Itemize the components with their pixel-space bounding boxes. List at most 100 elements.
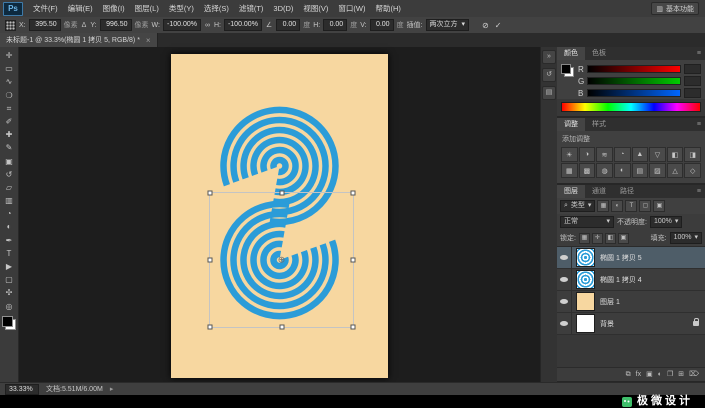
document-tab[interactable]: 未标题-1 @ 33.3%(椭圆 1 拷贝 5, RGB/8) * × bbox=[0, 33, 158, 47]
filter-adjustment-layers-icon[interactable]: ◐ bbox=[611, 200, 624, 212]
layer-visibility-toggle[interactable] bbox=[557, 247, 572, 268]
vskew-input[interactable]: 0.00 bbox=[369, 19, 394, 31]
brightness-contrast-icon[interactable]: ☀ bbox=[561, 147, 578, 162]
move-tool[interactable]: ✛ bbox=[1, 49, 17, 62]
blend-mode-dropdown[interactable]: 正常 ▾ bbox=[560, 216, 614, 228]
transform-handle[interactable] bbox=[207, 257, 213, 263]
pen-tool[interactable]: ✒ bbox=[1, 234, 17, 247]
layer-visibility-toggle[interactable] bbox=[557, 269, 572, 290]
maintain-aspect-ratio-icon[interactable]: ∞ bbox=[204, 22, 211, 29]
type-tool[interactable]: T bbox=[1, 247, 17, 260]
workspace-switcher[interactable]: ▥ 基本功能 bbox=[651, 2, 699, 15]
menu-item[interactable]: 类型(Y) bbox=[164, 0, 199, 17]
transform-handle[interactable] bbox=[350, 190, 356, 196]
interpolation-dropdown[interactable]: 两次立方 ▾ bbox=[425, 19, 470, 31]
hand-tool[interactable]: ✣ bbox=[1, 286, 17, 299]
reference-point-locator-icon[interactable] bbox=[5, 19, 16, 31]
menu-item[interactable]: 3D(D) bbox=[268, 0, 298, 17]
levels-icon[interactable]: ◑ bbox=[578, 147, 596, 162]
rotation-input[interactable]: 0.00 bbox=[276, 19, 301, 31]
link-layers-button[interactable]: ⧉ bbox=[626, 368, 631, 381]
width-input[interactable]: -100.00% bbox=[162, 19, 201, 31]
new-layer-button[interactable]: ⊞ bbox=[678, 368, 684, 381]
history-brush-tool[interactable]: ↺ bbox=[1, 168, 17, 181]
menu-item[interactable]: 视图(V) bbox=[298, 0, 333, 17]
opacity-input[interactable]: 100% ▾ bbox=[649, 216, 683, 228]
layer-row[interactable]: 图层 1 bbox=[557, 291, 705, 313]
height-input[interactable]: -100.00% bbox=[223, 19, 262, 31]
layer-filter-dropdown[interactable]: ⌕ 类型 ▾ bbox=[560, 200, 596, 212]
y-input[interactable]: 996.50 bbox=[99, 19, 132, 31]
blue-slider[interactable] bbox=[587, 89, 681, 97]
invert-icon[interactable]: ◐ bbox=[613, 163, 631, 178]
lock-position-icon[interactable]: ◧ bbox=[604, 232, 616, 244]
x-input[interactable]: 395.50 bbox=[28, 19, 61, 31]
transform-handle[interactable] bbox=[350, 324, 356, 330]
quick-selection-tool[interactable]: ❍ bbox=[1, 89, 17, 102]
curves-icon[interactable]: ≋ bbox=[596, 147, 613, 162]
red-value-input[interactable] bbox=[684, 64, 701, 74]
tab-paths[interactable]: 路径 bbox=[613, 185, 641, 198]
new-group-button[interactable]: ❐ bbox=[667, 368, 673, 381]
hskew-input[interactable]: 0.00 bbox=[323, 19, 348, 31]
blue-value-input[interactable] bbox=[684, 88, 701, 98]
filter-pixel-layers-icon[interactable]: ▦ bbox=[597, 200, 610, 212]
filter-smart-objects-icon[interactable]: ▣ bbox=[653, 200, 666, 212]
color-panel-swatches[interactable] bbox=[561, 64, 574, 77]
layer-thumbnail[interactable] bbox=[576, 270, 595, 289]
close-tab-icon[interactable]: × bbox=[146, 36, 151, 45]
menu-item[interactable]: 图层(L) bbox=[130, 0, 164, 17]
green-value-input[interactable] bbox=[684, 76, 701, 86]
posterize-icon[interactable]: ▤ bbox=[631, 163, 649, 178]
menu-item[interactable]: 窗口(W) bbox=[333, 0, 370, 17]
path-selection-tool[interactable]: ▶ bbox=[1, 260, 17, 273]
layer-thumbnail[interactable] bbox=[576, 292, 595, 311]
tab-styles[interactable]: 样式 bbox=[585, 118, 613, 131]
canvas-area[interactable]: ⊕ bbox=[19, 47, 540, 383]
layer-row[interactable]: 背景 bbox=[557, 313, 705, 335]
tab-adjustments[interactable]: 调整 bbox=[557, 118, 585, 131]
vibrance-icon[interactable]: ▲ bbox=[631, 147, 649, 162]
panel-menu-icon[interactable]: ≡ bbox=[693, 118, 705, 131]
transform-reference-point[interactable]: ⊕ bbox=[278, 255, 286, 265]
red-slider[interactable] bbox=[587, 65, 681, 73]
menu-item[interactable]: 选择(S) bbox=[199, 0, 234, 17]
rectangular-marquee-tool[interactable]: ▭ bbox=[1, 62, 17, 75]
transform-handle[interactable] bbox=[279, 324, 284, 330]
filter-type-layers-icon[interactable]: T bbox=[625, 200, 638, 212]
transform-box[interactable]: ⊕ bbox=[207, 190, 356, 330]
menu-item[interactable]: 编辑(E) bbox=[63, 0, 98, 17]
foreground-color-chip[interactable] bbox=[561, 64, 571, 74]
black-white-icon[interactable]: ◨ bbox=[684, 147, 701, 162]
add-layer-mask-button[interactable]: ▣ bbox=[646, 368, 653, 381]
commit-transform-button[interactable]: ✓ bbox=[495, 21, 502, 30]
dodge-tool[interactable]: ◐ bbox=[1, 220, 17, 233]
lock-transparency-icon[interactable]: ▦ bbox=[578, 232, 590, 244]
color-balance-icon[interactable]: ◧ bbox=[666, 147, 684, 162]
eyedropper-tool[interactable]: ✐ bbox=[1, 115, 17, 128]
document-canvas[interactable]: ⊕ bbox=[171, 54, 388, 378]
panel-menu-icon[interactable]: ≡ bbox=[693, 185, 705, 198]
blur-tool[interactable]: ◔ bbox=[1, 207, 17, 220]
layer-thumbnail[interactable] bbox=[576, 314, 595, 333]
tab-layers[interactable]: 图层 bbox=[557, 185, 585, 198]
lasso-tool[interactable]: ∿ bbox=[1, 75, 17, 88]
color-spectrum-ramp[interactable] bbox=[561, 102, 701, 112]
color-lookup-icon[interactable]: ◍ bbox=[596, 163, 613, 178]
gradient-map-icon[interactable]: △ bbox=[666, 163, 684, 178]
layer-visibility-toggle[interactable] bbox=[557, 313, 572, 334]
healing-brush-tool[interactable]: ✚ bbox=[1, 128, 17, 141]
lock-pixels-icon[interactable]: ✛ bbox=[591, 232, 603, 244]
crop-tool[interactable]: ⌗ bbox=[1, 102, 17, 115]
status-options-arrow-icon[interactable]: ▸ bbox=[110, 385, 114, 393]
gradient-tool[interactable]: ▥ bbox=[1, 194, 17, 207]
lock-all-icon[interactable]: ▣ bbox=[617, 232, 629, 244]
cancel-transform-button[interactable]: ⊘ bbox=[482, 21, 489, 30]
clone-stamp-tool[interactable]: ▣ bbox=[1, 155, 17, 168]
exposure-icon[interactable]: ◔ bbox=[613, 147, 631, 162]
menu-item[interactable]: 图像(I) bbox=[98, 0, 130, 17]
eraser-tool[interactable]: ▱ bbox=[1, 181, 17, 194]
threshold-icon[interactable]: ▨ bbox=[649, 163, 666, 178]
layer-row[interactable]: 椭圆 1 拷贝 4 bbox=[557, 269, 705, 291]
tab-color[interactable]: 颜色 bbox=[557, 47, 585, 60]
